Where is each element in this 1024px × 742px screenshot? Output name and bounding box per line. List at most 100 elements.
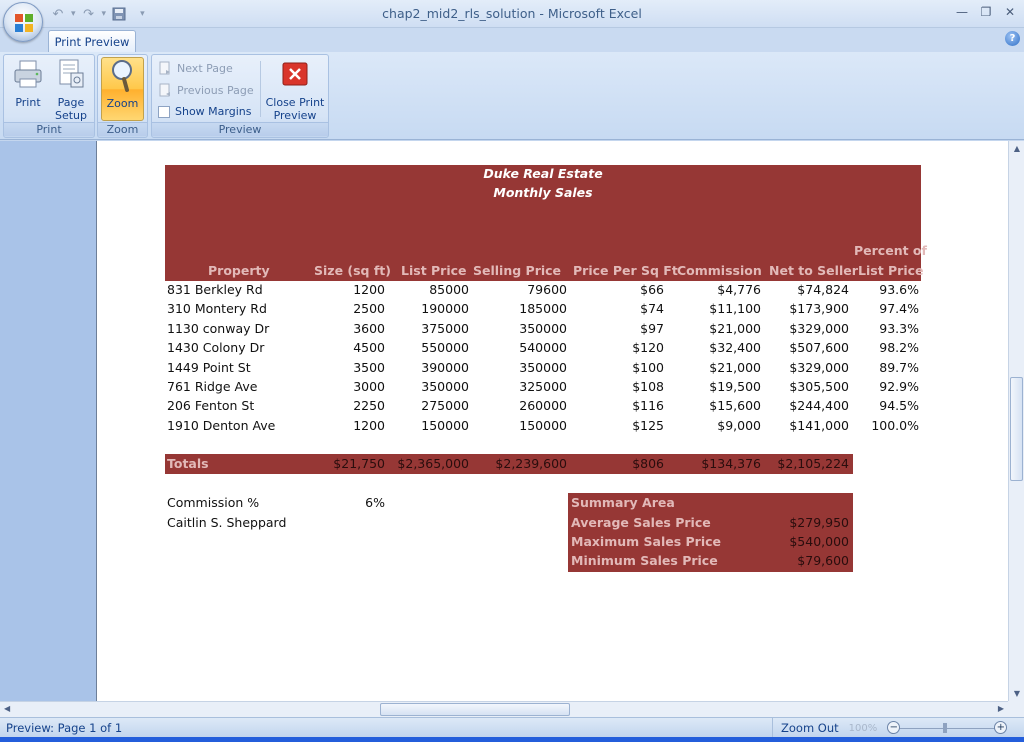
scroll-down-icon[interactable]: ▼ — [1012, 689, 1022, 698]
summary-title: Summary Area — [571, 495, 675, 510]
cell-property: 1130 conway Dr — [167, 321, 270, 336]
cell-selling-price: 150000 — [519, 418, 567, 433]
cell-net-to-seller: $74,824 — [797, 282, 849, 297]
minimize-icon[interactable]: — — [954, 4, 970, 20]
zoom-slider[interactable]: − + — [887, 721, 1008, 735]
undo-icon[interactable]: ↶ — [48, 5, 68, 23]
next-page-icon — [159, 61, 170, 75]
printer-icon — [14, 60, 42, 88]
status-bar: Preview: Page 1 of 1 Zoom Out 100% − + — [0, 717, 1024, 738]
ribbon: Print Page Setup Print Zoom Zoom Next Pa… — [0, 52, 1024, 140]
horizontal-scrollbar[interactable]: ◀ ▶ — [0, 701, 1008, 717]
zoom-minus-icon[interactable]: − — [887, 721, 901, 734]
scroll-right-icon[interactable]: ▶ — [998, 704, 1004, 713]
cell-price-per-sqft: $74 — [640, 301, 664, 316]
group-print: Print Page Setup Print — [3, 54, 95, 138]
cell-selling-price: 260000 — [519, 398, 567, 413]
page-setup-button[interactable]: Page Setup — [50, 57, 92, 122]
cell-selling-price: 350000 — [519, 360, 567, 375]
print-button[interactable]: Print — [8, 57, 48, 109]
cell-net-to-seller: $329,000 — [789, 321, 849, 336]
cell-commission: $21,000 — [709, 321, 761, 336]
taskbar-strip — [0, 737, 1024, 742]
summary-max-label: Maximum Sales Price — [571, 534, 722, 549]
group-preview-label: Preview — [152, 122, 328, 136]
next-page-button[interactable]: Next Page — [158, 61, 233, 75]
title-bar: chap2_mid2_rls_solution - Microsoft Exce… — [0, 0, 1024, 28]
zoom-plus-icon[interactable]: + — [994, 721, 1008, 734]
show-margins-label: Show Margins — [175, 105, 252, 118]
cell-size: 1200 — [353, 282, 385, 297]
cell-net-to-seller: $305,500 — [789, 379, 849, 394]
zoom-button[interactable]: Zoom — [101, 57, 144, 121]
cell-list-price: 190000 — [421, 301, 469, 316]
undo-dropdown-icon[interactable]: ▾ — [71, 9, 76, 19]
sheet-title: Duke Real Estate — [483, 166, 603, 181]
commission-pct-label: Commission % — [167, 495, 260, 510]
cell-percent: 89.7% — [879, 360, 919, 375]
cell-commission: $11,100 — [709, 301, 761, 316]
show-margins-checkbox[interactable]: Show Margins — [158, 105, 251, 118]
horizontal-scroll-thumb[interactable] — [380, 703, 570, 716]
previous-page-icon — [159, 83, 170, 97]
cell-net-to-seller: $141,000 — [789, 418, 849, 433]
cell-property: 1430 Colony Dr — [167, 340, 265, 355]
office-logo-icon — [15, 14, 33, 32]
col-header-selling-price: Selling Price — [473, 263, 562, 278]
next-page-label: Next Page — [177, 61, 233, 75]
previous-page-label: Previous Page — [177, 83, 254, 97]
customize-qat-icon[interactable]: ▾ — [140, 9, 145, 19]
redo-dropdown-icon[interactable]: ▾ — [102, 9, 107, 19]
window-title: chap2_mid2_rls_solution - Microsoft Exce… — [382, 6, 642, 21]
vertical-scroll-thumb[interactable] — [1010, 377, 1023, 481]
preview-separator — [260, 61, 261, 117]
cell-property: 310 Montery Rd — [167, 301, 267, 316]
scroll-corner — [1008, 701, 1024, 717]
cell-list-price: 390000 — [421, 360, 469, 375]
cell-net-to-seller: $173,900 — [789, 301, 849, 316]
print-page[interactable]: Duke Real Estate Monthly Sales Property … — [96, 141, 1008, 701]
zoom-out-label[interactable]: Zoom Out — [781, 721, 839, 735]
close-print-preview-button[interactable]: Close Print Preview — [264, 57, 326, 122]
cell-price-per-sqft: $125 — [632, 418, 664, 433]
zoom-label: Zoom — [106, 97, 139, 110]
cell-selling-price: 325000 — [519, 379, 567, 394]
cell-list-price: 350000 — [421, 379, 469, 394]
col-header-percent-2: List Price — [858, 263, 924, 278]
summary-avg-value: $279,950 — [789, 515, 849, 530]
restore-icon[interactable]: ❐ — [978, 4, 994, 20]
cell-commission: $9,000 — [717, 418, 761, 433]
cell-net-to-seller: $507,600 — [789, 340, 849, 355]
cell-size: 1200 — [353, 418, 385, 433]
zoom-slider-knob[interactable] — [943, 723, 948, 733]
redo-icon[interactable]: ↷ — [79, 5, 99, 23]
page-setup-label-2: Setup — [54, 109, 88, 122]
office-button[interactable] — [3, 2, 43, 42]
col-header-commission: Commission — [677, 263, 762, 278]
scroll-up-icon[interactable]: ▲ — [1012, 144, 1022, 153]
tab-print-preview[interactable]: Print Preview — [48, 30, 136, 52]
show-margins-check-box[interactable] — [158, 105, 170, 118]
cell-size: 2250 — [353, 398, 385, 413]
cell-price-per-sqft: $108 — [632, 379, 664, 394]
magnifier-icon — [111, 60, 132, 92]
scroll-left-icon[interactable]: ◀ — [4, 704, 10, 713]
close-icon[interactable]: ✕ — [1002, 4, 1018, 20]
zoom-slider-track — [897, 728, 998, 729]
cell-property: 206 Fenton St — [167, 398, 255, 413]
col-header-net-to-seller: Net to Seller — [769, 263, 858, 278]
previous-page-button[interactable]: Previous Page — [158, 83, 254, 97]
cell-list-price: 375000 — [421, 321, 469, 336]
group-zoom: Zoom Zoom — [97, 54, 148, 138]
cell-commission: $4,776 — [717, 282, 761, 297]
cell-commission: $21,000 — [709, 360, 761, 375]
cell-percent: 98.2% — [879, 340, 919, 355]
col-header-size: Size (sq ft) — [314, 263, 391, 278]
totals-size: $21,750 — [333, 456, 385, 471]
col-header-property: Property — [208, 263, 270, 278]
save-icon[interactable] — [109, 5, 129, 23]
vertical-scrollbar[interactable]: ▲ ▼ — [1008, 141, 1024, 701]
summary-min-label: Minimum Sales Price — [571, 553, 718, 568]
cell-property: 1910 Denton Ave — [167, 418, 276, 433]
help-icon[interactable]: ? — [1005, 31, 1020, 46]
